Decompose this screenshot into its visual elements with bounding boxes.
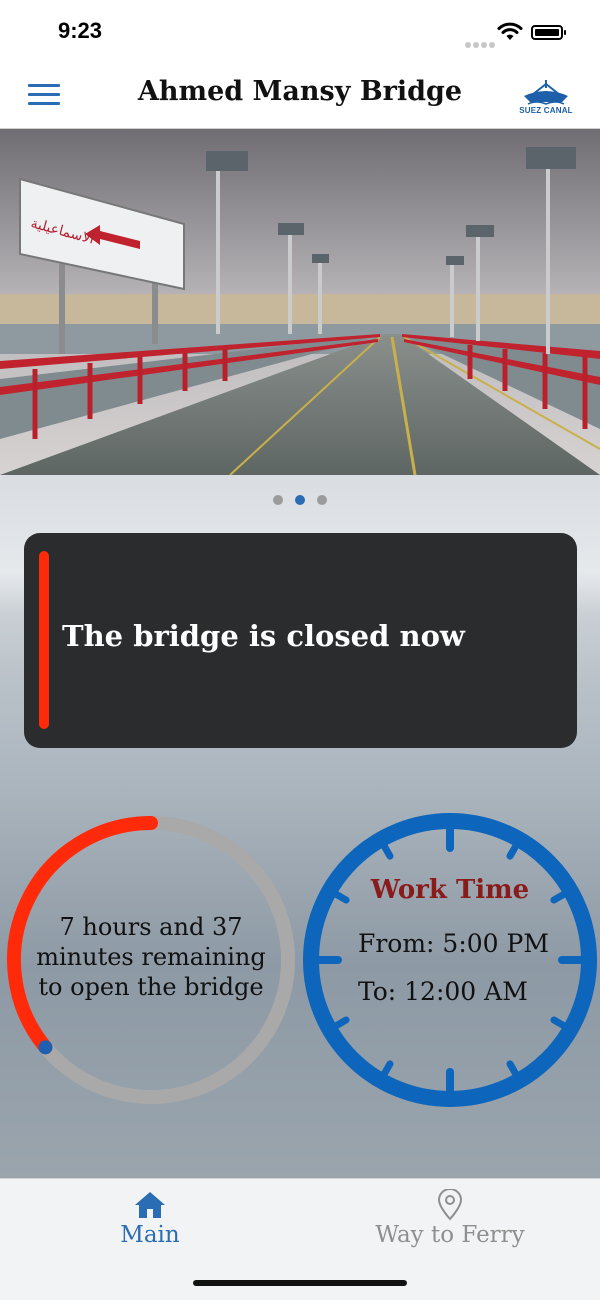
tab-way-to-ferry-label: Way to Ferry <box>375 1222 525 1248</box>
tab-way-to-ferry[interactable]: Way to Ferry <box>300 1189 600 1259</box>
suez-canal-logo: SUEZ CANAL <box>518 78 574 118</box>
cellular-signal-icon <box>465 33 497 52</box>
home-indicator <box>193 1280 407 1286</box>
page-title: Ahmed Mansy Bridge <box>137 76 463 107</box>
home-icon <box>135 1192 165 1218</box>
carousel-dots <box>0 490 600 509</box>
bridge-photo: الاسماعيلية <box>0 129 600 475</box>
status-time: 9:23 <box>58 18 103 43</box>
clock-ring <box>303 813 597 1107</box>
logo-text: SUEZ CANAL <box>519 106 573 115</box>
status-bar: 9:23 <box>0 0 600 62</box>
bridge-status-card: The bridge is closed now <box>24 533 577 748</box>
status-accent-bar <box>39 551 49 729</box>
work-time-clock: Work Time From: 5:00 PM To: 12:00 AM <box>303 811 597 1109</box>
nav-bar: Ahmed Mansy Bridge SUEZ CANAL <box>0 62 600 129</box>
carousel-dot-1[interactable] <box>273 495 283 505</box>
countdown-progress-knob <box>38 1040 53 1055</box>
countdown-text: 7 hours and 37 minutes remaining to open… <box>36 913 266 1001</box>
carousel-dot-3[interactable] <box>317 495 327 505</box>
tab-main[interactable]: Main <box>0 1189 300 1259</box>
work-time-to: To: 12:00 AM <box>358 977 528 1006</box>
carousel-dot-2[interactable] <box>295 495 305 505</box>
banner-carousel[interactable]: الاسماعيلية <box>0 129 600 475</box>
work-time-title: Work Time <box>370 875 530 905</box>
map-pin-icon <box>437 1189 463 1221</box>
tab-main-label: Main <box>120 1222 180 1248</box>
wifi-icon <box>497 22 523 46</box>
bridge-status-text: The bridge is closed now <box>62 619 465 653</box>
countdown-ring: 7 hours and 37 minutes remaining to open… <box>6 812 296 1108</box>
work-time-from: From: 5:00 PM <box>358 929 549 958</box>
battery-icon <box>531 25 566 40</box>
